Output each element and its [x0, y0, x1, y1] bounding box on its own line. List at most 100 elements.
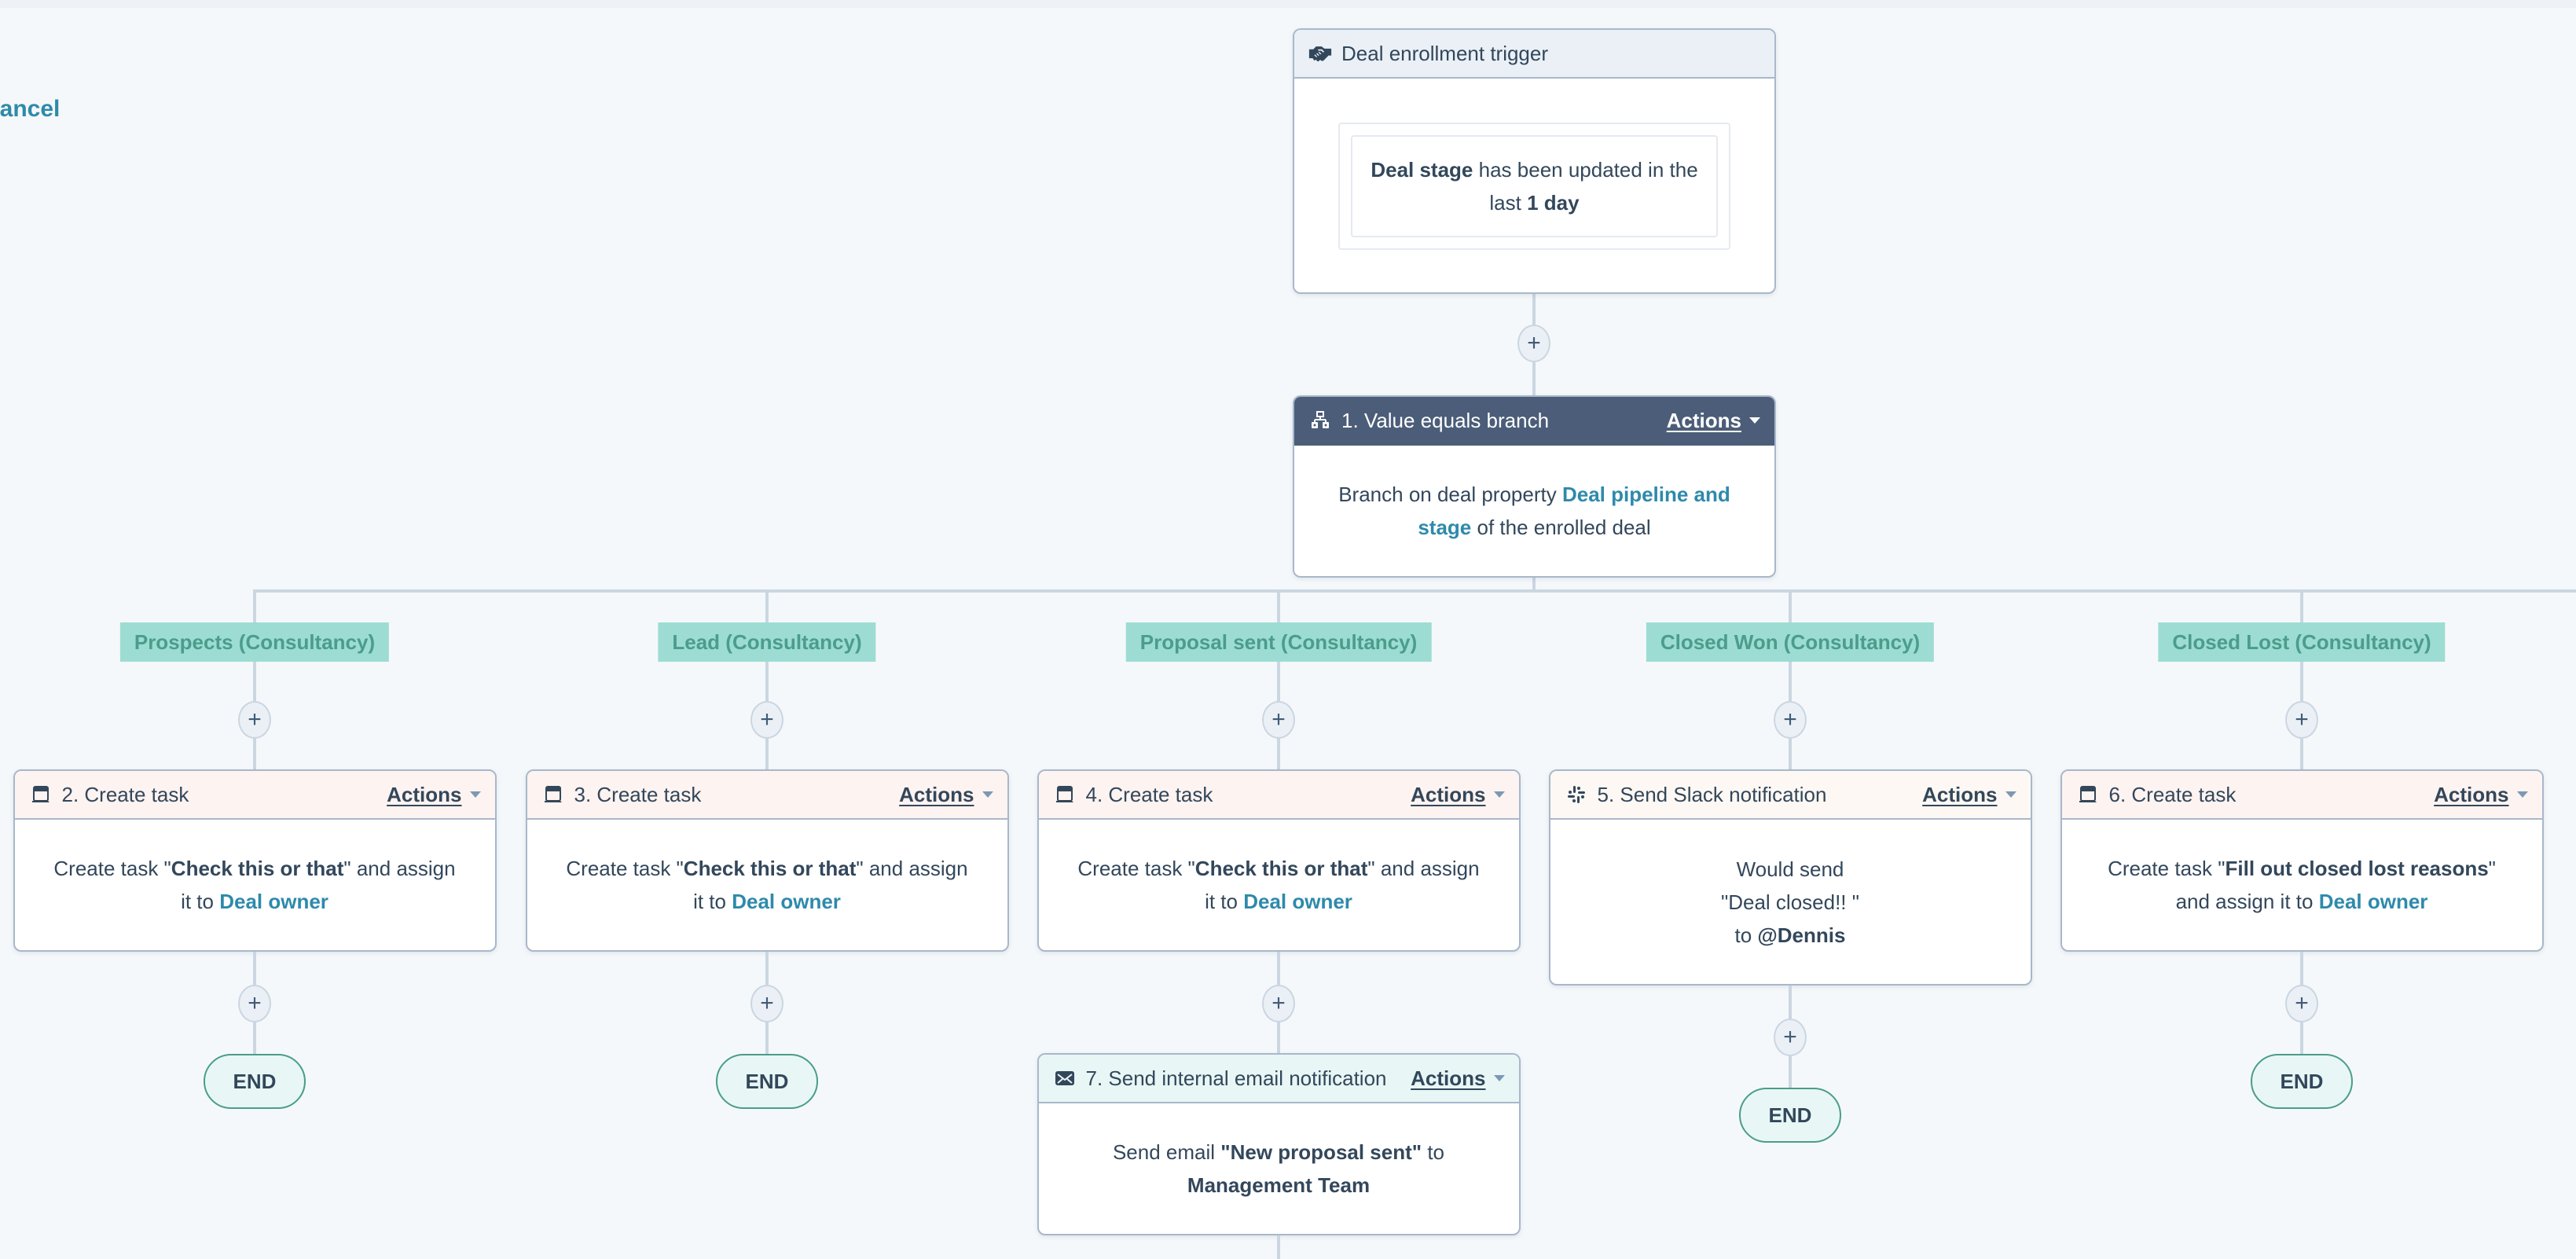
action-header: 6. Create task Actions: [2061, 771, 2542, 820]
trigger-filter-container: Deal stage has been updated in the last …: [1338, 123, 1730, 250]
end-node[interactable]: END: [204, 1054, 306, 1109]
assignee-link[interactable]: Deal owner: [219, 890, 328, 913]
branch-description: Branch on deal property Deal pipeline an…: [1294, 446, 1774, 576]
actions-dropdown[interactable]: Actions: [2434, 782, 2528, 807]
add-action-button[interactable]: +: [1262, 701, 1295, 739]
caret-down-icon: [2005, 791, 2016, 798]
action-card-task[interactable]: 3. Create task Actions Create task "Check …: [525, 769, 1009, 952]
connector: [2300, 591, 2303, 772]
cancel-link[interactable]: Cancel: [0, 96, 60, 123]
top-bar: [0, 0, 2576, 8]
add-action-button[interactable]: +: [750, 701, 783, 739]
condition-text: has been updated in the last: [1473, 158, 1698, 215]
connector: [765, 591, 769, 772]
actions-label: Actions: [2434, 782, 2509, 806]
add-action-button[interactable]: +: [1774, 701, 1807, 739]
action-description: Create task "Check this or that" and ass…: [1039, 820, 1519, 950]
plus-icon: +: [248, 990, 262, 1016]
connector: [1277, 591, 1280, 772]
action-title: 7. Send internal email notification: [1085, 1066, 1387, 1090]
action-card-slack[interactable]: 5. Send Slack notification Actions Would s…: [1548, 769, 2032, 986]
add-action-button[interactable]: +: [238, 985, 271, 1022]
connector: [1789, 591, 1792, 772]
action-description: Create task "Fill out closed lost reason…: [2062, 820, 2542, 950]
end-node[interactable]: END: [1739, 1088, 1841, 1143]
actions-label: Actions: [1666, 408, 1741, 432]
actions-label: Actions: [1411, 1066, 1486, 1090]
branch-card[interactable]: 1. Value equals branch Actions Branch on…: [1293, 395, 1776, 578]
actions-dropdown[interactable]: Actions: [1922, 783, 2016, 807]
trigger-condition[interactable]: Deal stage has been updated in the last …: [1351, 135, 1718, 237]
actions-dropdown[interactable]: Actions: [1411, 1066, 1505, 1091]
add-action-button[interactable]: +: [1262, 985, 1295, 1022]
branch-title: 1. Value equals branch: [1341, 408, 1550, 432]
task-name: Check this or that: [1194, 857, 1368, 880]
plus-icon: +: [2295, 707, 2309, 732]
branch-label[interactable]: Closed Lost (Consultancy): [2158, 622, 2446, 662]
add-action-button[interactable]: +: [238, 701, 271, 739]
end-node[interactable]: END: [716, 1054, 818, 1109]
plus-icon: +: [2295, 990, 2309, 1016]
action-header: 3. Create task Actions: [527, 771, 1007, 820]
task-icon: [2076, 784, 2100, 806]
condition-value: 1 day: [1527, 191, 1580, 215]
action-header: 2. Create task Actions: [14, 771, 495, 820]
action-title: 5. Send Slack notification: [1597, 782, 1827, 806]
add-action-button[interactable]: +: [1517, 325, 1550, 362]
action-title: 6. Create task: [2108, 782, 2237, 806]
branch-text: of the enrolled deal: [1471, 516, 1651, 539]
actions-dropdown[interactable]: Actions: [387, 783, 481, 807]
action-card-task[interactable]: 2. Create task Actions Create task "Check …: [13, 769, 497, 952]
action-description: Would send "Deal closed!! " to @Dennis: [1550, 820, 2031, 984]
add-action-button[interactable]: +: [2285, 985, 2318, 1022]
action-title: 2. Create task: [61, 782, 189, 806]
add-action-button[interactable]: +: [750, 985, 783, 1022]
caret-down-icon: [1493, 791, 1505, 798]
actions-dropdown[interactable]: Actions: [1411, 782, 1505, 807]
branch-label[interactable]: Prospects (Consultancy): [119, 622, 390, 662]
action-card-task[interactable]: 6. Create task Actions Create task "Fill o…: [2060, 769, 2544, 952]
description-text: Would send: [1736, 857, 1844, 881]
description-text: Send email: [1112, 1140, 1221, 1164]
actions-label: Actions: [1411, 782, 1486, 806]
description-text: Create task ": [53, 857, 171, 880]
actions-dropdown[interactable]: Actions: [899, 783, 993, 807]
connector: [253, 591, 256, 772]
trigger-card[interactable]: Deal enrollment trigger Deal stage has b…: [1293, 28, 1776, 294]
connector: [1277, 1235, 1280, 1259]
slack-recipient: @Dennis: [1757, 923, 1846, 947]
plus-icon: +: [760, 990, 774, 1016]
assignee-link[interactable]: Deal owner: [732, 890, 841, 913]
action-title: 4. Create task: [1085, 782, 1213, 806]
action-header: 4. Create task Actions: [1038, 771, 1519, 820]
action-card-email[interactable]: 7. Send internal email notification Actio…: [1037, 1053, 1521, 1235]
add-action-button[interactable]: +: [2285, 701, 2318, 739]
handshake-icon: [1308, 42, 1332, 64]
action-header: 7. Send internal email notification Actio…: [1038, 1055, 1519, 1103]
action-card-task[interactable]: 4. Create task Actions Create task "Check …: [1037, 769, 1521, 952]
branch-text: Branch on deal property: [1338, 483, 1562, 506]
plus-icon: +: [760, 707, 774, 732]
assignee-link[interactable]: Deal owner: [1243, 890, 1352, 913]
actions-dropdown[interactable]: Actions: [1667, 409, 1760, 433]
plus-icon: +: [1271, 990, 1286, 1016]
action-header: 5. Send Slack notification Actions: [1550, 771, 2031, 820]
plus-icon: +: [1527, 330, 1541, 356]
action-description: Send email "New proposal sent" to Manage…: [1039, 1103, 1519, 1234]
email-name: "New proposal sent": [1220, 1140, 1422, 1164]
branch-label[interactable]: Proposal sent (Consultancy): [1125, 622, 1432, 662]
caret-down-icon: [982, 791, 993, 798]
branch-label[interactable]: Lead (Consultancy): [658, 622, 876, 662]
description-text: to: [1734, 923, 1758, 947]
caret-down-icon: [2516, 791, 2528, 798]
action-description: Create task "Check this or that" and ass…: [527, 820, 1007, 950]
branch-header: 1. Value equals branch Actions: [1294, 397, 1774, 446]
plus-icon: +: [1783, 707, 1797, 732]
add-action-button[interactable]: +: [1774, 1019, 1807, 1056]
task-icon: [29, 784, 53, 806]
end-node[interactable]: END: [2251, 1054, 2353, 1109]
plus-icon: +: [1783, 1024, 1797, 1050]
action-description: Create task "Check this or that" and ass…: [15, 820, 495, 950]
branch-label[interactable]: Closed Won (Consultancy): [1646, 622, 1935, 662]
assignee-link[interactable]: Deal owner: [2319, 890, 2428, 913]
